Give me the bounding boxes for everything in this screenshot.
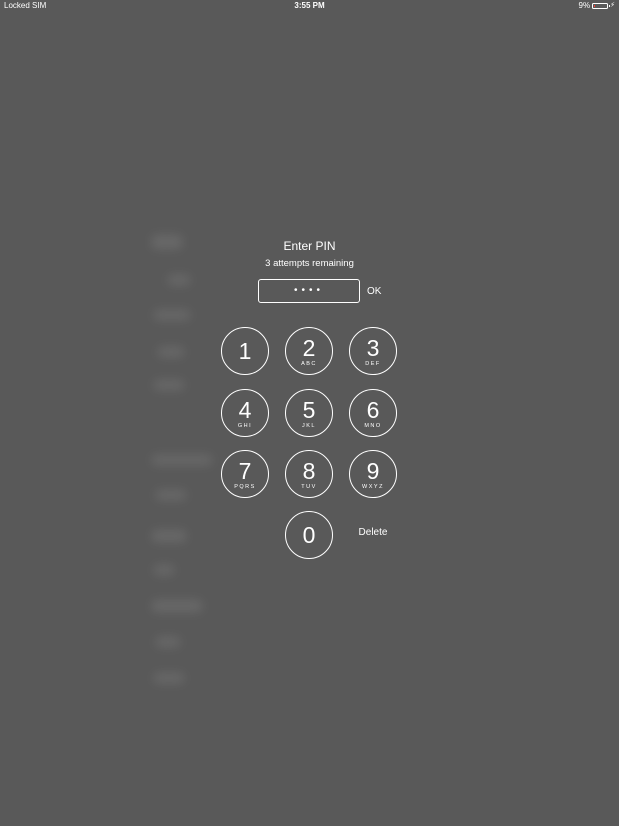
key-letters: GHI	[237, 423, 253, 429]
keypad-key-1[interactable]: 1	[221, 327, 269, 375]
keypad-key-5[interactable]: 5 JKL	[285, 389, 333, 437]
keypad-key-0[interactable]: 0	[285, 511, 333, 559]
key-digit: 5	[302, 397, 316, 423]
key-letters: MNO	[364, 423, 382, 429]
keypad-key-7[interactable]: 7 PQRS	[221, 450, 269, 498]
battery-level-fill	[594, 5, 596, 7]
pin-input-field[interactable]: ••••	[258, 279, 360, 303]
key-digit: 3	[366, 335, 380, 361]
blurred-background-list	[148, 225, 218, 695]
key-digit: 9	[366, 458, 380, 484]
clock: 3:55 PM	[294, 1, 325, 10]
key-letters: TUV	[301, 484, 317, 490]
battery-percent: 9%	[578, 1, 591, 10]
status-bar: Locked SIM 3:55 PM 9% ⚡	[0, 0, 619, 12]
key-letters: DEF	[365, 361, 381, 367]
delete-button[interactable]: Delete	[349, 527, 397, 538]
key-digit: 7	[238, 458, 252, 484]
battery-icon	[592, 3, 611, 9]
key-letters: WXYZ	[362, 484, 384, 490]
keypad-key-4[interactable]: 4 GHI	[221, 389, 269, 437]
key-digit: 4	[238, 397, 252, 423]
lightning-bolt-icon: ⚡	[610, 2, 615, 9]
key-digit: 1	[238, 338, 252, 364]
ok-button[interactable]: OK	[367, 286, 381, 297]
enter-pin-title: Enter PIN	[283, 239, 336, 253]
key-digit: 6	[366, 397, 380, 423]
attempts-remaining-text: 3 attempts remaining	[265, 258, 354, 269]
key-digit: 0	[302, 522, 316, 548]
battery-indicator: 9% ⚡	[579, 0, 615, 12]
key-digit: 8	[302, 458, 316, 484]
key-letters: JKL	[302, 423, 316, 429]
keypad-key-6[interactable]: 6 MNO	[349, 389, 397, 437]
key-digit: 2	[302, 335, 316, 361]
keypad-key-8[interactable]: 8 TUV	[285, 450, 333, 498]
key-letters: ABC	[301, 361, 317, 367]
keypad-key-3[interactable]: 3 DEF	[349, 327, 397, 375]
key-letters: PQRS	[234, 484, 256, 490]
keypad-key-2[interactable]: 2 ABC	[285, 327, 333, 375]
keypad-key-9[interactable]: 9 WXYZ	[349, 450, 397, 498]
